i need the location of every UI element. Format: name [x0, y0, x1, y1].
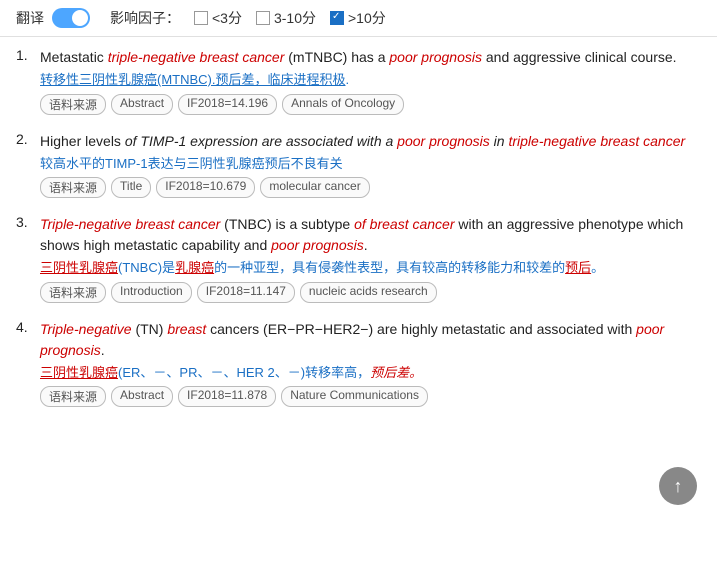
tags-3: 语料来源 Introduction IF2018=11.147 nucleic …: [40, 282, 701, 303]
tag-if-4: IF2018=11.878: [178, 386, 276, 407]
tag-if-1: IF2018=14.196: [178, 94, 277, 115]
scroll-top-icon: ↑: [674, 476, 683, 497]
result-number-1: 1.: [16, 47, 34, 115]
result-item-1: 1. Metastatic triple-negative breast can…: [16, 47, 701, 115]
tag-journal-2: molecular cancer: [260, 177, 369, 198]
result-en-2: Higher levels of TIMP-1 expression are a…: [40, 131, 701, 152]
tag-journal-4: Nature Communications: [281, 386, 428, 407]
result-cn-3: 三阴性乳腺癌(TNBC)是乳腺癌的一种亚型，具有侵袭性表型，具有较高的转移能力和…: [40, 258, 701, 278]
translate-section: 翻译: [16, 8, 90, 28]
tag-source-1: 语料来源: [40, 94, 106, 115]
tag-if-3: IF2018=11.147: [197, 282, 295, 303]
tags-2: 语料来源 Title IF2018=10.679 molecular cance…: [40, 177, 701, 198]
toolbar: 翻译 影响因子： <3分 3-10分 >10分: [0, 0, 717, 37]
result-number-3: 3.: [16, 214, 34, 303]
cn-text-2: 较高水平的TIMP-1表达与三阴性乳腺癌预后不良有关: [40, 156, 343, 171]
impact-label: 影响因子：: [110, 8, 180, 28]
result-cn-2: 较高水平的TIMP-1表达与三阴性乳腺癌预后不良有关: [40, 154, 701, 174]
result-en-3: Triple-negative breast cancer (TNBC) is …: [40, 214, 701, 256]
translate-label: 翻译: [16, 8, 44, 28]
results-list: 1. Metastatic triple-negative breast can…: [16, 47, 701, 407]
filter-low[interactable]: <3分: [194, 8, 242, 28]
result-cn-4: 三阴性乳腺癌(ER、－、PR、－、HER 2、－)转移率高，预后差。: [40, 363, 701, 383]
result-en-4: Triple-negative (TN) breast cancers (ER−…: [40, 319, 701, 361]
result-content-1: Metastatic triple-negative breast cancer…: [40, 47, 701, 115]
tag-abstract-4: Abstract: [111, 386, 173, 407]
cn-kw-3a: 三阴性乳腺癌: [40, 260, 118, 275]
filter-mid[interactable]: 3-10分: [256, 8, 316, 28]
result-content-3: Triple-negative breast cancer (TNBC) is …: [40, 214, 701, 303]
tag-journal-1: Annals of Oncology: [282, 94, 404, 115]
kw-triple-negative-1: triple-negative breast cancer: [108, 49, 285, 65]
scroll-top-button[interactable]: ↑: [659, 467, 697, 505]
cn-kw-3b: 乳腺癌: [175, 260, 214, 275]
filter-low-label: <3分: [212, 8, 242, 28]
filter-high[interactable]: >10分: [330, 8, 386, 28]
result-content-4: Triple-negative (TN) breast cancers (ER−…: [40, 319, 701, 408]
tag-source-3: 语料来源: [40, 282, 106, 303]
cn-kw-3c: 预后: [565, 260, 591, 275]
result-item-3: 3. Triple-negative breast cancer (TNBC) …: [16, 214, 701, 303]
tag-abstract-1: Abstract: [111, 94, 173, 115]
kw-of-timp: of TIMP-1 expression are associated with…: [125, 133, 551, 149]
kw-of-breast-cancer: of breast cancer: [354, 216, 454, 232]
filter-low-checkbox[interactable]: [194, 11, 208, 25]
result-item-2: 2. Higher levels of TIMP-1 expression ar…: [16, 131, 701, 199]
result-item-4: 4. Triple-negative (TN) breast cancers (…: [16, 319, 701, 408]
filter-section: 影响因子： <3分 3-10分 >10分: [110, 8, 386, 28]
kw-poor-prognosis-3: poor prognosis: [271, 237, 364, 253]
tag-intro-3: Introduction: [111, 282, 192, 303]
translate-toggle[interactable]: [52, 8, 90, 28]
kw-triple-negative-3: Triple-negative breast cancer: [40, 216, 220, 232]
cn-kw-1b: 临床进程积极: [268, 72, 346, 87]
result-cn-1: 转移性三阴性乳腺癌(MTNBC).预后差，临床进程积极.: [40, 70, 701, 90]
kw-triple-n: triple-n: [508, 133, 551, 149]
kw-triple-negative-4: Triple-negative: [40, 321, 132, 337]
tags-4: 语料来源 Abstract IF2018=11.878 Nature Commu…: [40, 386, 701, 407]
result-number-2: 2.: [16, 131, 34, 199]
filter-high-label: >10分: [348, 8, 386, 28]
tag-source-2: 语料来源: [40, 177, 106, 198]
filter-mid-label: 3-10分: [274, 8, 316, 28]
cn-kw-1a: 转移性三阴性乳腺癌(MTNBC).预后差，: [40, 72, 268, 87]
kw-poor-prognosis-1: poor prognosis: [389, 49, 482, 65]
tag-title-2: Title: [111, 177, 151, 198]
result-content-2: Higher levels of TIMP-1 expression are a…: [40, 131, 701, 199]
cn-kw-4a: 三阴性乳腺癌: [40, 365, 118, 380]
result-number-4: 4.: [16, 319, 34, 408]
result-en-1: Metastatic triple-negative breast cancer…: [40, 47, 701, 68]
tags-1: 语料来源 Abstract IF2018=14.196 Annals of On…: [40, 94, 701, 115]
results-container: 1. Metastatic triple-negative breast can…: [0, 37, 717, 433]
cn-kw-4b: 预后差。: [370, 365, 422, 380]
tag-source-4: 语料来源: [40, 386, 106, 407]
toggle-knob: [72, 10, 88, 26]
tag-journal-3: nucleic acids research: [300, 282, 437, 303]
kw-egative: egative breast cancer: [551, 133, 685, 149]
filter-high-checkbox[interactable]: [330, 11, 344, 25]
kw-breast-4: breast: [167, 321, 206, 337]
kw-poor-prognosis-2: poor prognosis: [397, 133, 490, 149]
filter-mid-checkbox[interactable]: [256, 11, 270, 25]
kw-poor-prognosis-4: poor prognosis: [40, 321, 664, 358]
tag-if-2: IF2018=10.679: [156, 177, 255, 198]
